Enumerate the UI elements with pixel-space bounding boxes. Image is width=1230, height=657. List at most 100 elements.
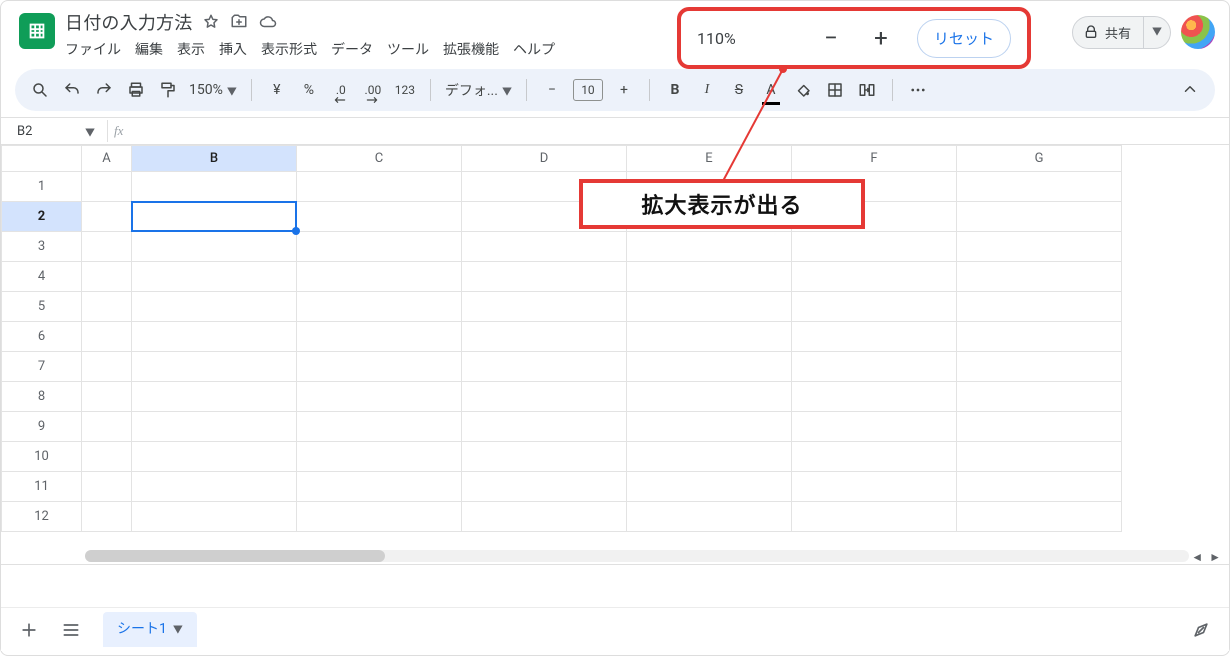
row-header[interactable]: 7: [2, 352, 82, 382]
cell[interactable]: [792, 382, 957, 412]
cell[interactable]: [82, 232, 132, 262]
currency-icon[interactable]: ¥: [266, 79, 288, 101]
sheets-app-icon[interactable]: [19, 13, 55, 49]
italic-icon[interactable]: I: [696, 79, 718, 101]
menu-view[interactable]: 表示: [177, 39, 205, 59]
more-icon[interactable]: [907, 79, 929, 101]
column-header[interactable]: F: [792, 146, 957, 172]
cell[interactable]: [792, 472, 957, 502]
cell[interactable]: [957, 442, 1122, 472]
cell[interactable]: [297, 292, 462, 322]
cell[interactable]: [462, 442, 627, 472]
cell[interactable]: [82, 412, 132, 442]
cell[interactable]: [792, 412, 957, 442]
menu-insert[interactable]: 挿入: [219, 39, 247, 59]
cell[interactable]: [82, 472, 132, 502]
row-header[interactable]: 6: [2, 322, 82, 352]
spreadsheet-grid[interactable]: ABCDEFG123456789101112: [1, 145, 1122, 532]
cell[interactable]: [957, 472, 1122, 502]
cell[interactable]: [132, 502, 297, 532]
move-icon[interactable]: [230, 13, 248, 31]
decrease-decimal-icon[interactable]: .0: [330, 79, 352, 101]
search-icon[interactable]: [29, 79, 51, 101]
increase-font-icon[interactable]: +: [613, 79, 635, 101]
cell[interactable]: [627, 502, 792, 532]
cell[interactable]: [462, 232, 627, 262]
cell[interactable]: [297, 352, 462, 382]
cell[interactable]: [132, 472, 297, 502]
cell[interactable]: [297, 472, 462, 502]
row-header[interactable]: 1: [2, 172, 82, 202]
cell[interactable]: [132, 322, 297, 352]
row-header[interactable]: 8: [2, 382, 82, 412]
cell[interactable]: [132, 382, 297, 412]
cell[interactable]: [627, 412, 792, 442]
scroll-left-icon[interactable]: ◄: [1189, 550, 1205, 564]
cell[interactable]: [82, 352, 132, 382]
cell[interactable]: [82, 502, 132, 532]
print-icon[interactable]: [125, 79, 147, 101]
cell[interactable]: [462, 322, 627, 352]
cell[interactable]: [627, 232, 792, 262]
cell[interactable]: [957, 202, 1122, 232]
cell[interactable]: [82, 172, 132, 202]
cell[interactable]: [957, 382, 1122, 412]
row-header[interactable]: 9: [2, 412, 82, 442]
scroll-right-icon[interactable]: ►: [1207, 550, 1223, 564]
menu-format[interactable]: 表示形式: [261, 39, 317, 59]
star-icon[interactable]: [202, 13, 220, 31]
cell[interactable]: [297, 172, 462, 202]
cell[interactable]: [462, 262, 627, 292]
zoom-select[interactable]: 150%▼: [189, 82, 237, 98]
cell[interactable]: [627, 382, 792, 412]
cell[interactable]: [627, 472, 792, 502]
cell[interactable]: [297, 232, 462, 262]
font-size-input[interactable]: 10: [573, 79, 603, 101]
cell[interactable]: [957, 172, 1122, 202]
cell[interactable]: [627, 322, 792, 352]
decrease-font-icon[interactable]: −: [541, 79, 563, 101]
cell[interactable]: [627, 352, 792, 382]
cell[interactable]: [297, 502, 462, 532]
cell[interactable]: [82, 202, 132, 232]
cell[interactable]: [627, 442, 792, 472]
number-format-icon[interactable]: 123: [394, 79, 416, 101]
cell[interactable]: [957, 412, 1122, 442]
cell[interactable]: [462, 412, 627, 442]
select-all-corner[interactable]: [2, 146, 82, 172]
cell[interactable]: [132, 442, 297, 472]
menu-help[interactable]: ヘルプ: [513, 39, 555, 59]
cloud-status-icon[interactable]: [258, 13, 278, 31]
collapse-toolbar-icon[interactable]: [1179, 78, 1201, 100]
cell[interactable]: [132, 262, 297, 292]
column-header[interactable]: G: [957, 146, 1122, 172]
cell[interactable]: [132, 412, 297, 442]
cell[interactable]: [82, 322, 132, 352]
redo-icon[interactable]: [93, 79, 115, 101]
cell[interactable]: [462, 382, 627, 412]
cell[interactable]: [462, 292, 627, 322]
share-button[interactable]: 共有: [1072, 16, 1144, 49]
cell[interactable]: [792, 292, 957, 322]
cell[interactable]: [792, 502, 957, 532]
cell[interactable]: [957, 322, 1122, 352]
cell[interactable]: [82, 382, 132, 412]
column-header[interactable]: B: [132, 146, 297, 172]
add-sheet-button[interactable]: [11, 615, 47, 645]
cell[interactable]: [792, 442, 957, 472]
all-sheets-button[interactable]: [53, 615, 89, 645]
menu-extensions[interactable]: 拡張機能: [443, 39, 499, 59]
cell[interactable]: [957, 262, 1122, 292]
column-header[interactable]: A: [82, 146, 132, 172]
undo-icon[interactable]: [61, 79, 83, 101]
cell[interactable]: [792, 352, 957, 382]
explore-button[interactable]: [1183, 615, 1219, 645]
cell[interactable]: [297, 442, 462, 472]
cell[interactable]: [957, 352, 1122, 382]
percent-icon[interactable]: %: [298, 79, 320, 101]
menu-data[interactable]: データ: [331, 39, 373, 59]
borders-icon[interactable]: [824, 79, 846, 101]
cell[interactable]: [297, 382, 462, 412]
cell[interactable]: [132, 172, 297, 202]
cell[interactable]: [82, 442, 132, 472]
